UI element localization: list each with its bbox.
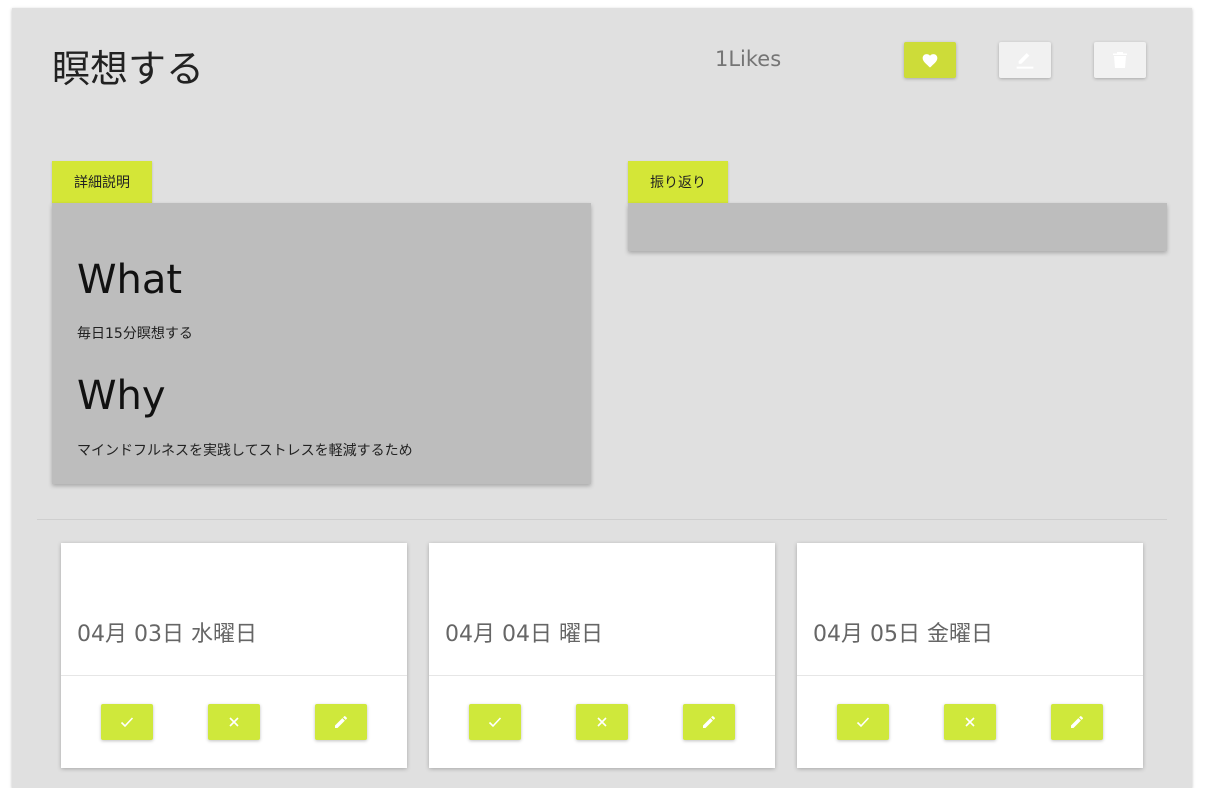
pencil-icon xyxy=(1069,714,1085,730)
close-icon xyxy=(596,716,608,728)
day-date: 04月 05日 金曜日 xyxy=(813,622,993,647)
card-divider xyxy=(61,675,407,676)
heart-icon xyxy=(922,53,938,68)
habit-panel: 瞑想する 1Likes 詳細説明 What 毎日15分瞑想する Why マインド… xyxy=(12,8,1192,788)
complete-button[interactable] xyxy=(469,704,521,740)
pencil-icon xyxy=(333,714,349,730)
fail-button[interactable] xyxy=(944,704,996,740)
pencil-icon xyxy=(701,714,717,730)
fail-button[interactable] xyxy=(576,704,628,740)
what-text: 毎日15分瞑想する xyxy=(77,326,193,342)
edit-button[interactable] xyxy=(999,42,1051,78)
day-card: 04月 04日 曜日 xyxy=(429,543,775,768)
edit-day-button[interactable] xyxy=(683,704,735,740)
edit-day-button[interactable] xyxy=(1051,704,1103,740)
what-heading: What xyxy=(77,257,183,303)
review-card xyxy=(628,203,1167,251)
close-icon xyxy=(228,716,240,728)
tab-detail[interactable]: 詳細説明 xyxy=(52,161,152,203)
card-divider xyxy=(429,675,775,676)
pencil-underline-icon xyxy=(1015,50,1035,70)
detail-card: What 毎日15分瞑想する Why マインドフルネスを実践してストレスを軽減す… xyxy=(52,203,591,484)
delete-button[interactable] xyxy=(1094,42,1146,78)
why-text: マインドフルネスを実践してストレスを軽減するため xyxy=(77,443,413,459)
day-card: 04月 05日 金曜日 xyxy=(797,543,1143,768)
complete-button[interactable] xyxy=(101,704,153,740)
check-icon xyxy=(856,716,870,728)
trash-icon xyxy=(1113,52,1127,68)
close-icon xyxy=(964,716,976,728)
page-title: 瞑想する xyxy=(52,47,205,91)
day-date: 04月 03日 水曜日 xyxy=(77,622,257,647)
edit-day-button[interactable] xyxy=(315,704,367,740)
tab-review[interactable]: 振り返り xyxy=(628,161,728,203)
like-button[interactable] xyxy=(904,42,956,78)
day-card: 04月 03日 水曜日 xyxy=(61,543,407,768)
why-heading: Why xyxy=(77,373,166,419)
card-divider xyxy=(797,675,1143,676)
fail-button[interactable] xyxy=(208,704,260,740)
check-icon xyxy=(488,716,502,728)
day-date: 04月 04日 曜日 xyxy=(445,622,603,647)
likes-count: 1Likes xyxy=(715,47,782,71)
check-icon xyxy=(120,716,134,728)
section-divider xyxy=(37,519,1167,520)
complete-button[interactable] xyxy=(837,704,889,740)
